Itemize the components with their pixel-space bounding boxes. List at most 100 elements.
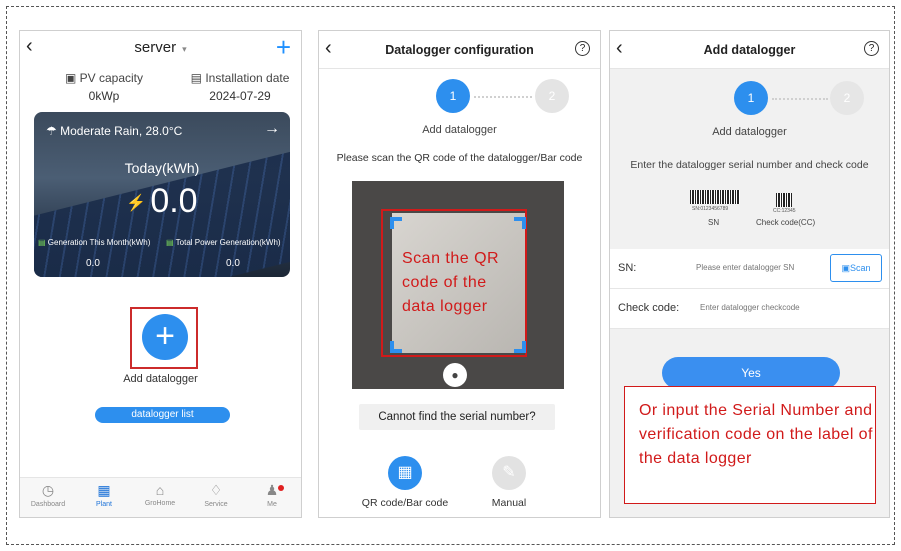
dashboard-icon: ◷ xyxy=(41,482,55,498)
step-1-indicator: 1 xyxy=(436,79,470,113)
total-gen-value: 0.0 xyxy=(226,258,240,269)
today-label: Today(kWh) xyxy=(124,160,200,176)
cannot-find-serial-button[interactable]: Cannot find the serial number? xyxy=(359,404,555,430)
notification-dot xyxy=(278,485,284,491)
sn-barcode-text: SN:0123456789 xyxy=(692,206,729,212)
pv-capacity-icon: ▣ xyxy=(64,71,77,85)
help-icon[interactable]: ? xyxy=(575,41,590,56)
month-gen-label-wrap: ▤ Generation This Month(kWh) xyxy=(38,238,150,247)
config-title: Datalogger configuration xyxy=(385,43,534,57)
config-header: ‹ Datalogger configuration ? xyxy=(319,31,600,69)
chevron-down-icon: ▾ xyxy=(182,44,187,54)
scan-annotation-text: Scan the QR code of the data logger xyxy=(402,250,500,315)
step-label: Add datalogger xyxy=(712,126,787,138)
calendar-icon: ▤ xyxy=(190,71,202,85)
datalogger-list-button[interactable]: datalogger list xyxy=(95,407,230,423)
add-datalogger-screen: ‹ Add datalogger ? 1 2 Add datalogger En… xyxy=(609,30,890,518)
scan-corner xyxy=(514,341,526,353)
tab-plant[interactable]: ▦ Plant xyxy=(76,482,132,508)
today-value: 0.0 xyxy=(150,182,198,220)
step-2-indicator: 2 xyxy=(535,79,569,113)
mode-manual-label[interactable]: Manual xyxy=(464,497,554,509)
step-label: Add datalogger xyxy=(422,124,497,136)
pv-capacity-stat: ▣ PV capacity 0kWp xyxy=(44,71,164,103)
check-code-input[interactable] xyxy=(700,303,830,312)
scan-instruction: Please scan the QR code of the datalogge… xyxy=(336,152,583,164)
installation-date-value: 2024-07-29 xyxy=(209,89,271,103)
chart-icon: ▤ xyxy=(166,238,174,247)
camera-viewfinder: Scan the QR code of the data logger ● xyxy=(352,181,564,389)
sn-caption: SN xyxy=(708,218,720,227)
installation-date-stat: ▤ Installation date 2024-07-29 xyxy=(180,71,300,103)
input-form: SN: ▣Scan Check code: xyxy=(610,249,889,329)
manual-input-annotation: Or input the Serial Number and verificat… xyxy=(624,386,876,504)
arrow-right-icon[interactable]: → xyxy=(264,120,280,138)
weather-text: Moderate Rain, 28.0°C xyxy=(60,124,183,138)
sn-row: SN: ▣Scan xyxy=(610,249,889,289)
cc-barcode-text: CC:12345 xyxy=(773,208,796,214)
scan-corner xyxy=(390,341,402,353)
tab-dashboard-label: Dashboard xyxy=(30,501,66,508)
home-icon: ⌂ xyxy=(155,482,165,498)
cc-caption: Check code(CC) xyxy=(756,218,816,227)
scan-button[interactable]: ▣Scan xyxy=(830,254,882,282)
pv-capacity-value: 0kWp xyxy=(88,89,120,103)
bolt-icon: ⚡ xyxy=(126,195,147,213)
month-gen-value: 0.0 xyxy=(86,258,100,269)
bottom-tab-bar: ◷ Dashboard ▦ Plant ⌂ GroHome ♢ Service ♟ Me xyxy=(20,477,301,517)
qr-code-icon[interactable]: ▦ xyxy=(388,456,422,490)
add-header: ‹ Add datalogger ? xyxy=(610,31,889,69)
tab-service-label: Service xyxy=(204,501,228,508)
sn-label: SN: xyxy=(618,262,637,274)
add-datalogger-highlight: + xyxy=(130,307,198,369)
tab-me[interactable]: ♟ Me xyxy=(244,482,300,508)
step-2-indicator: 2 xyxy=(830,81,864,115)
pencil-icon[interactable]: ✎ xyxy=(492,456,526,490)
tab-plant-label: Plant xyxy=(96,501,112,508)
rain-icon: ☂ xyxy=(46,124,57,138)
today-value-wrap: ⚡ 0.0 xyxy=(34,182,290,221)
add-datalogger-label: Add datalogger xyxy=(123,373,198,385)
tab-grohome-label: GroHome xyxy=(144,500,176,507)
sn-input[interactable] xyxy=(696,263,826,272)
service-icon: ♢ xyxy=(209,482,223,498)
plant-header: ‹ server ▾ + xyxy=(20,31,301,65)
cc-barcode xyxy=(776,193,792,207)
total-gen-label: Total Power Generation(kWh) xyxy=(175,238,281,247)
tab-me-label: Me xyxy=(267,501,277,508)
add-plant-button[interactable]: + xyxy=(276,32,291,63)
add-datalogger-button[interactable]: + xyxy=(142,314,188,360)
scan-button-label: Scan xyxy=(850,263,871,273)
add-title: Add datalogger xyxy=(703,43,796,57)
installation-date-label: Installation date xyxy=(205,71,290,85)
plant-name: server xyxy=(134,39,177,56)
mode-qr-label[interactable]: QR code/Bar code xyxy=(360,497,450,509)
pv-capacity-label: PV capacity xyxy=(79,71,144,85)
tab-service[interactable]: ♢ Service xyxy=(188,482,244,508)
step-connector xyxy=(474,96,532,98)
plant-screen: ‹ server ▾ + ▣ PV capacity 0kWp ▤ Install… xyxy=(19,30,302,518)
weather-info: ☂ Moderate Rain, 28.0°C xyxy=(46,124,182,138)
scan-corner xyxy=(390,217,402,229)
month-gen-label: Generation This Month(kWh) xyxy=(47,238,151,247)
step-connector xyxy=(772,98,828,100)
person-icon: ♟ xyxy=(265,482,279,498)
tab-dashboard[interactable]: ◷ Dashboard xyxy=(20,482,76,508)
sn-barcode xyxy=(690,190,740,204)
help-icon[interactable]: ? xyxy=(864,41,879,56)
scan-icon: ▣ xyxy=(841,263,850,273)
datalogger-config-screen: ‹ Datalogger configuration ? 1 2 Add dat… xyxy=(318,30,601,518)
plant-title[interactable]: server ▾ xyxy=(20,39,301,56)
total-gen-label-wrap: ▤ Total Power Generation(kWh) xyxy=(166,238,281,247)
plant-icon: ▦ xyxy=(97,482,111,498)
step-1-indicator: 1 xyxy=(734,81,768,115)
yes-button[interactable]: Yes xyxy=(662,357,840,389)
check-code-row: Check code: xyxy=(610,289,889,329)
tab-grohome[interactable]: ⌂ GroHome xyxy=(132,482,188,507)
flashlight-icon[interactable]: ● xyxy=(443,363,467,387)
plant-summary-card[interactable]: ☂ Moderate Rain, 28.0°C → Today(kWh) ⚡ 0.… xyxy=(34,112,290,277)
check-code-label: Check code: xyxy=(618,302,680,314)
battery-icon: ▤ xyxy=(38,238,46,247)
scan-corner xyxy=(514,217,526,229)
enter-instruction: Enter the datalogger serial number and c… xyxy=(630,159,869,171)
